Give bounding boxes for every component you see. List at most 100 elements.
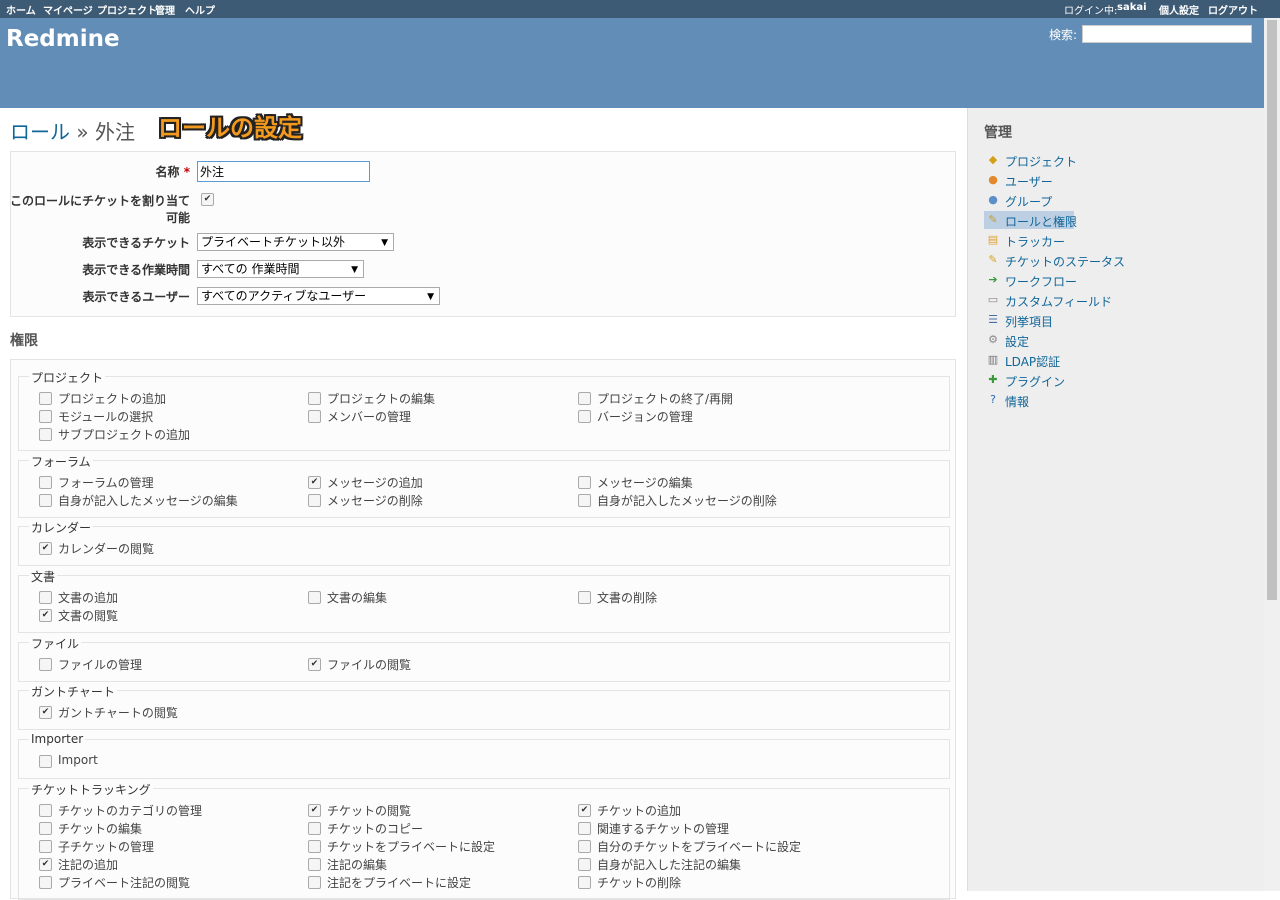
permission-label: プロジェクトの追加	[58, 392, 167, 406]
permission-checkbox[interactable]: ✔	[308, 804, 321, 817]
permission-checkbox[interactable]	[39, 658, 52, 671]
permission-checkbox[interactable]	[578, 858, 591, 871]
permission-checkbox[interactable]: ✔	[39, 858, 52, 871]
permission-label: サブプロジェクトの追加	[58, 428, 191, 442]
top-menu-my-page[interactable]: マイページ	[43, 2, 93, 17]
sidebar-menu-label: グループ	[1005, 195, 1053, 209]
sidebar-menu-label: カスタムフィールド	[1005, 295, 1113, 309]
permission-group: フォーラム フォーラムの管理 ✔ メッセージの追加 メッセージの編集 自身が記入したメッセ…	[18, 453, 950, 518]
chevron-down-icon: ▼	[427, 292, 434, 302]
search-input[interactable]	[1082, 25, 1252, 43]
permission-group-legend[interactable]: 文書	[29, 568, 58, 585]
permission-checkbox[interactable]	[39, 392, 52, 405]
sidebar-title: 管理	[984, 125, 1012, 141]
permission-checkbox[interactable]: ✔	[578, 804, 591, 817]
permission-label: チケットの閲覧	[327, 804, 412, 818]
permission-checkbox[interactable]	[308, 494, 321, 507]
permission-checkbox[interactable]	[308, 822, 321, 835]
permission-label: 関連するチケットの管理	[597, 822, 730, 836]
permission-checkbox[interactable]	[39, 591, 52, 604]
sidebar-menu-item[interactable]: ✎ ロールと権限	[984, 211, 1078, 229]
permission-checkbox[interactable]: ✔	[39, 542, 52, 555]
permission-checkbox[interactable]	[578, 840, 591, 853]
logout-link[interactable]: ログアウト	[1208, 2, 1258, 17]
permission-label: プロジェクトの終了/再開	[597, 392, 734, 406]
permission-checkbox[interactable]	[308, 410, 321, 423]
permission-group-legend[interactable]: フォーラム	[29, 453, 93, 470]
top-menu-projects[interactable]: プロジェクト	[97, 2, 157, 17]
permission-group: プロジェクト プロジェクトの追加 プロジェクトの編集 プロジェクトの終了/再開 モジュー…	[18, 369, 950, 451]
permission-checkbox[interactable]	[39, 755, 52, 768]
permission-checkbox[interactable]	[578, 476, 591, 489]
breadcrumb-roles-link[interactable]: ロール	[10, 120, 70, 144]
permission-checkbox[interactable]: ✔	[39, 706, 52, 719]
permission-group: ファイル ファイルの管理 ✔ ファイルの閲覧	[18, 635, 950, 682]
permission-label: 自分のチケットをプライベートに設定	[597, 840, 802, 854]
my-account-link[interactable]: 個人設定	[1159, 2, 1199, 17]
permission-label: ファイルの閲覧	[327, 658, 412, 672]
permission-checkbox[interactable]	[39, 494, 52, 507]
assignable-label-line1: このロールにチケットを割り当て	[9, 194, 190, 208]
permission-group-legend[interactable]: プロジェクト	[29, 369, 106, 386]
permission-label: チケットをプライベートに設定	[327, 840, 496, 854]
permission-checkbox[interactable]	[39, 428, 52, 441]
permission-group-legend[interactable]: Importer	[29, 732, 86, 746]
permission-checkbox[interactable]	[39, 840, 52, 853]
permission-checkbox[interactable]: ✔	[308, 658, 321, 671]
logged-in-user-link[interactable]: sakai	[1117, 2, 1147, 13]
permission-label: 文書の削除	[597, 591, 658, 605]
scrollbar[interactable]	[1264, 18, 1280, 891]
permission-label: 文書の閲覧	[58, 609, 119, 623]
permission-checkbox[interactable]	[578, 392, 591, 405]
users-visibility-select[interactable]: すべてのアクティブなユーザー ▼	[197, 287, 440, 305]
permission-group: カレンダー ✔ カレンダーの閲覧	[18, 519, 950, 566]
permission-checkbox[interactable]	[39, 410, 52, 423]
permission-checkbox[interactable]	[308, 840, 321, 853]
permission-checkbox[interactable]	[39, 804, 52, 817]
app-title[interactable]: Redmine	[6, 26, 120, 52]
top-menu-home[interactable]: ホーム	[6, 2, 36, 17]
permission-label: チケットの追加	[597, 804, 682, 818]
permission-group-legend[interactable]: カレンダー	[29, 519, 94, 536]
permission-checkbox[interactable]	[578, 876, 591, 889]
chevron-down-icon: ▼	[381, 238, 388, 248]
permission-checkbox[interactable]	[39, 476, 52, 489]
permission-label: 文書の追加	[58, 591, 119, 605]
permission-checkbox[interactable]	[39, 822, 52, 835]
page-title: ロール » 外注	[10, 116, 135, 145]
sidebar-menu-label: ロールと権限	[1005, 215, 1078, 229]
permission-checkbox[interactable]: ✔	[308, 476, 321, 489]
users-visibility-label: 表示できるユーザー	[82, 290, 190, 304]
permission-checkbox[interactable]	[578, 410, 591, 423]
permission-checkbox[interactable]	[308, 392, 321, 405]
assignable-checkbox[interactable]: ✔	[201, 193, 214, 206]
permission-label: フォーラムの管理	[58, 476, 154, 490]
permission-checkbox[interactable]	[308, 591, 321, 604]
permission-checkbox[interactable]	[578, 494, 591, 507]
top-menu-administration[interactable]: 管理	[155, 2, 175, 17]
sidebar-menu-label: トラッカー	[1005, 235, 1066, 249]
permission-checkbox[interactable]	[308, 858, 321, 871]
annotation-callout: ロールの設定	[158, 114, 302, 142]
scrollbar-thumb[interactable]	[1267, 20, 1277, 600]
time-entries-visibility-select[interactable]: すべての 作業時間 ▼	[197, 260, 364, 278]
permission-group-legend[interactable]: ガントチャート	[29, 683, 117, 700]
list-icon: ☰	[988, 313, 998, 326]
permission-checkbox[interactable]	[308, 876, 321, 889]
role-form: 名称 * このロールにチケットを割り当て 可能 ✔ 表示できるチケット プライベ…	[10, 151, 956, 317]
permission-group-legend[interactable]: ファイル	[29, 635, 82, 652]
top-menu: ホーム マイページ プロジェクト 管理 ヘルプ ログイン中: sakai 個人設…	[0, 0, 1280, 18]
sidebar-menu-label: プラグイン	[1005, 375, 1066, 389]
tracker-icon: ▤	[987, 233, 999, 246]
permission-checkbox[interactable]	[578, 591, 591, 604]
top-menu-help[interactable]: ヘルプ	[185, 2, 215, 17]
permission-checkbox[interactable]	[578, 822, 591, 835]
permission-label: 自身が記入したメッセージの削除	[597, 494, 777, 508]
permission-group-legend[interactable]: チケットトラッキング	[29, 781, 153, 798]
issues-visibility-select[interactable]: プライベートチケット以外 ▼	[197, 233, 394, 251]
permission-checkbox[interactable]	[39, 876, 52, 889]
permission-label: モジュールの選択	[58, 410, 154, 424]
required-mark: *	[183, 165, 190, 179]
permission-checkbox[interactable]: ✔	[39, 609, 52, 622]
name-input[interactable]	[197, 161, 370, 182]
